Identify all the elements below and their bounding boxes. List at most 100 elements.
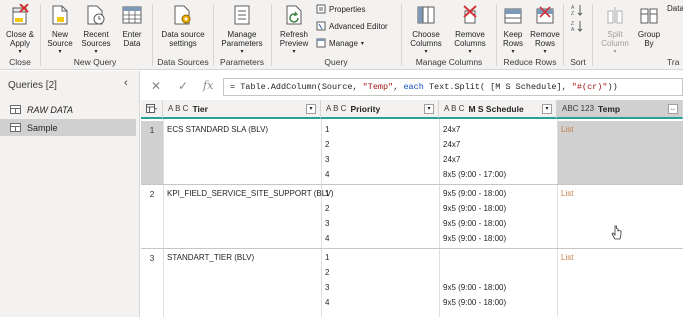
schedule-line[interactable]: 9x5 (9:00 - 18:00) xyxy=(443,204,506,213)
priority-line[interactable]: 2 xyxy=(325,140,329,149)
remove-rows-icon xyxy=(533,2,557,28)
formula-bar: ✕ ✓ fx = Table.AddColumn(Source, "Temp",… xyxy=(141,76,683,98)
fx-icon[interactable]: fx xyxy=(203,79,213,92)
manage-icon xyxy=(316,38,326,48)
filter-dropdown-icon[interactable]: ▾ xyxy=(542,104,552,114)
new-source-button[interactable]: New Source ▾ xyxy=(45,2,75,57)
choose-columns-label-2: Columns ▾ xyxy=(410,39,442,55)
refresh-preview-button[interactable]: Refresh Preview ▾ xyxy=(276,2,312,57)
filter-dropdown-icon[interactable]: ▾ xyxy=(306,104,316,114)
schedule-line[interactable]: 9x5 (9:00 - 18:00) xyxy=(443,298,506,307)
manage-parameters-icon xyxy=(230,2,254,28)
enter-data-button[interactable]: Enter Data xyxy=(119,2,145,48)
column-name: Priority xyxy=(350,103,381,114)
remove-columns-button[interactable]: Remove Columns ▾ xyxy=(450,2,490,57)
text-type-icon[interactable]: A B C xyxy=(444,104,464,113)
priority-line[interactable]: 3 xyxy=(325,219,329,228)
schedule-line[interactable]: 9x5 (9:00 - 18:00) xyxy=(443,219,506,228)
text-type-icon[interactable]: A B C xyxy=(168,104,188,113)
advanced-editor-button[interactable]: Advanced Editor xyxy=(316,21,388,31)
collapse-pane-button[interactable]: ‹ xyxy=(124,77,128,89)
sort-group: AZ ZA Sort xyxy=(564,0,592,70)
reduce-rows-group-label: Reduce Rows xyxy=(503,57,557,67)
refresh-preview-label-2: Preview ▾ xyxy=(279,39,309,55)
priority-line[interactable]: 2 xyxy=(325,268,329,277)
query-group: Refresh Preview ▾ Properties Advanced Ed… xyxy=(272,0,400,70)
parameters-group: Manage Parameters ▾ Parameters xyxy=(214,0,270,70)
remove-rows-label-1: Remove xyxy=(530,30,560,39)
cancel-formula-icon[interactable]: ✕ xyxy=(151,79,161,93)
manage-button[interactable]: Manage ▾ xyxy=(316,38,364,48)
manage-parameters-button[interactable]: Manage Parameters ▾ xyxy=(216,2,268,57)
choose-columns-label-1: Choose xyxy=(412,30,440,39)
sort-ascending-button[interactable]: AZ xyxy=(571,4,583,16)
column-name: M S Schedule xyxy=(468,103,524,114)
split-column-label-2: Column ▾ xyxy=(601,39,629,55)
priority-line[interactable]: 2 xyxy=(325,204,329,213)
query-item-label: Sample xyxy=(27,122,58,133)
query-item-raw-data[interactable]: RAW DATA xyxy=(0,101,136,118)
tier-cell[interactable]: KPI_FIELD_SERVICE_SITE_SUPPORT (BLV) xyxy=(167,189,334,198)
query-item-sample[interactable]: Sample xyxy=(0,119,136,136)
any-type-icon[interactable]: ABC 123 xyxy=(562,104,594,113)
priority-line[interactable]: 4 xyxy=(325,170,329,179)
schedule-line[interactable]: 9x5 (9:00 - 18:00) xyxy=(443,283,506,292)
data-source-settings-button[interactable]: Data source settings xyxy=(157,2,209,48)
filter-dropdown-icon[interactable]: ▾ xyxy=(424,104,434,114)
close-apply-label-1: Close & xyxy=(5,30,34,39)
table-menu-button[interactable] xyxy=(141,100,163,119)
column-header-priority[interactable]: A B C Priority ▾ xyxy=(321,100,439,119)
data-source-settings-icon xyxy=(171,2,195,28)
tier-cell[interactable]: ECS STANDARD SLA (BLV) xyxy=(167,125,268,134)
schedule-line[interactable]: 24x7 xyxy=(443,155,460,164)
priority-line[interactable]: 3 xyxy=(325,155,329,164)
commit-formula-icon[interactable]: ✓ xyxy=(178,79,188,93)
close-apply-button[interactable]: Close & Apply ▾ xyxy=(4,2,36,57)
group-by-icon xyxy=(637,2,661,28)
recent-sources-button[interactable]: Recent Sources ▾ xyxy=(79,2,113,57)
tier-cell[interactable]: STANDART_TIER (BLV) xyxy=(167,253,254,262)
sort-descending-icon: ZA xyxy=(571,21,583,32)
priority-line[interactable]: 4 xyxy=(325,234,329,243)
remove-rows-button[interactable]: Remove Rows ▾ xyxy=(529,2,561,57)
column-name: Tier xyxy=(192,103,208,114)
column-header-temp[interactable]: ABC 123 Temp ↔ xyxy=(557,100,683,119)
svg-text:A: A xyxy=(571,27,575,32)
data-sources-group-label: Data Sources xyxy=(157,57,209,67)
data-type-label: Data xyxy=(667,4,683,13)
new-source-icon xyxy=(48,2,72,28)
schedule-line[interactable]: 9x5 (9:00 - 18:00) xyxy=(443,234,506,243)
priority-line[interactable]: 1 xyxy=(325,189,329,198)
priority-line[interactable]: 3 xyxy=(325,283,329,292)
group-by-button[interactable]: Group By xyxy=(635,2,663,48)
expand-column-icon[interactable]: ↔ xyxy=(668,104,678,114)
enter-data-icon xyxy=(120,2,144,28)
column-header-schedule[interactable]: A B C M S Schedule ▾ xyxy=(439,100,557,119)
properties-button[interactable]: Properties xyxy=(316,4,365,14)
schedule-line[interactable]: 9x5 (9:00 - 18:00) xyxy=(443,189,506,198)
list-link[interactable]: List xyxy=(561,253,573,262)
priority-line[interactable]: 4 xyxy=(325,298,329,307)
manage-columns-group: Choose Columns ▾ Remove Columns ▾ Manage… xyxy=(402,0,496,70)
keep-rows-button[interactable]: Keep Rows ▾ xyxy=(499,2,527,57)
ribbon: Close & Apply ▾ Close New Source ▾ Recen… xyxy=(0,0,683,70)
priority-line[interactable]: 1 xyxy=(325,253,329,262)
list-link[interactable]: List xyxy=(561,189,573,198)
new-source-label-2: Source ▾ xyxy=(47,39,73,55)
list-link[interactable]: List xyxy=(561,125,573,134)
refresh-icon xyxy=(282,2,306,28)
data-type-button[interactable]: Data xyxy=(667,4,683,13)
split-column-button[interactable]: Split Column ▾ xyxy=(597,2,633,57)
schedule-line[interactable]: 8x5 (9:00 - 17:00) xyxy=(443,170,506,179)
column-header-tier[interactable]: A B C Tier ▾ xyxy=(163,100,321,119)
remove-rows-label-2: Rows ▾ xyxy=(534,39,555,55)
schedule-line[interactable]: 24x7 xyxy=(443,140,460,149)
priority-line[interactable]: 1 xyxy=(325,125,329,134)
choose-columns-button[interactable]: Choose Columns ▾ xyxy=(406,2,446,57)
close-apply-icon xyxy=(8,2,32,28)
formula-input[interactable]: = Table.AddColumn(Source, "Temp", each T… xyxy=(223,78,683,96)
schedule-line[interactable]: 24x7 xyxy=(443,125,460,134)
text-type-icon[interactable]: A B C xyxy=(326,104,346,113)
properties-label: Properties xyxy=(329,4,366,14)
sort-descending-button[interactable]: ZA xyxy=(571,20,583,32)
